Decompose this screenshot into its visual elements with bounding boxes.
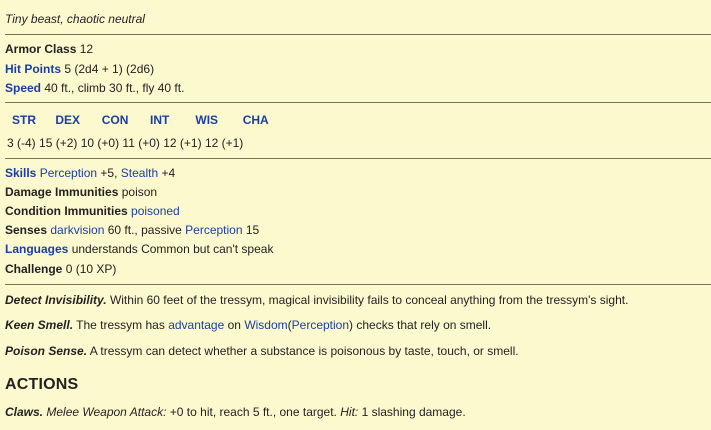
perception-link[interactable]: Perception	[292, 318, 349, 332]
languages-row: Languages understands Common but can't s…	[5, 242, 273, 256]
passive-perception-value: 15	[245, 223, 260, 237]
ability-header-con[interactable]: CON	[102, 113, 147, 127]
damage-immunities-row: Damage Immunities poison	[5, 185, 157, 199]
ability-header-int[interactable]: INT	[150, 113, 192, 127]
skill-stealth-value: +4	[161, 166, 176, 180]
skills-row: Skills Perception +5, Stealth +4	[5, 166, 175, 180]
ability-headers: STR DEX CON INT WIS CHA	[12, 113, 283, 127]
speed-row: Speed 40 ft., climb 30 ft., fly 40 ft.	[5, 81, 184, 95]
actions-heading: ACTIONS	[5, 376, 79, 393]
trait-name: Keen Smell.	[5, 318, 74, 332]
condition-immunities-label: Condition Immunities	[5, 204, 128, 218]
ability-value-cha: 12 (+1)	[204, 136, 244, 150]
senses-label: Senses	[5, 223, 48, 237]
ability-values: 3 (-4) 15 (+2) 10 (+0) 11 (+0) 12 (+1) 1…	[7, 136, 243, 150]
creature-type: Tiny beast, chaotic neutral	[5, 12, 145, 26]
challenge-value: 0 (10 XP)	[65, 262, 117, 276]
damage-immunities-label: Damage Immunities	[5, 185, 119, 199]
trait-name: Poison Sense.	[5, 344, 88, 358]
passive-perception-link[interactable]: Perception	[185, 223, 242, 237]
ability-value-con: 10 (+0)	[80, 136, 120, 150]
ability-value-str: 3 (-4)	[7, 136, 36, 150]
hit-points-value: 5 (2d4 + 1) (2d6)	[64, 62, 155, 76]
hit-points-link[interactable]: Hit Points	[5, 62, 61, 76]
ability-header-wis[interactable]: WIS	[195, 113, 239, 127]
divider	[5, 102, 711, 103]
condition-poisoned-link[interactable]: poisoned	[131, 204, 180, 218]
trait-text: A tressym can detect whether a substance…	[89, 344, 519, 358]
trait-text: The tressym has	[76, 318, 165, 332]
trait-keen-smell: Keen Smell. The tressym has advantage on…	[5, 318, 491, 332]
skill-perception-value: +5,	[100, 166, 118, 180]
condition-immunities-row: Condition Immunities poisoned	[5, 204, 180, 218]
wisdom-link[interactable]: Wisdom	[244, 318, 287, 332]
hit-label: Hit:	[340, 405, 359, 419]
ability-value-dex: 15 (+2)	[39, 136, 78, 150]
ability-header-dex[interactable]: DEX	[55, 113, 98, 127]
ability-value-wis: 12 (+1)	[163, 136, 202, 150]
hit-text: 1 slashing damage.	[361, 405, 466, 419]
skill-stealth-link[interactable]: Stealth	[121, 166, 158, 180]
action-name: Claws.	[5, 405, 44, 419]
armor-class-row: Armor Class 12	[5, 42, 93, 56]
ability-value-int: 11 (+0)	[122, 136, 160, 150]
divider	[5, 158, 711, 159]
trait-text: Within 60 feet of the tressym, magical i…	[109, 293, 629, 307]
advantage-link[interactable]: advantage	[168, 318, 224, 332]
trait-text: ) checks that rely on smell.	[349, 318, 492, 332]
armor-class-value: 12	[79, 42, 94, 56]
trait-name: Detect Invisibility.	[5, 293, 107, 307]
hit-points-row: Hit Points 5 (2d4 + 1) (2d6)	[5, 62, 154, 76]
trait-text: on	[227, 318, 241, 332]
divider	[5, 34, 711, 35]
challenge-label: Challenge	[5, 262, 63, 276]
skill-perception-link[interactable]: Perception	[40, 166, 97, 180]
damage-immunities-value: poison	[121, 185, 158, 199]
languages-value: understands Common but can't speak	[71, 242, 274, 256]
skills-link[interactable]: Skills	[5, 166, 36, 180]
action-claws: Claws. Melee Weapon Attack: +0 to hit, r…	[5, 405, 466, 419]
armor-class-label: Armor Class	[5, 42, 77, 56]
ability-header-str[interactable]: STR	[12, 113, 52, 127]
attack-text: +0 to hit, reach 5 ft., one target.	[169, 405, 337, 419]
divider	[5, 284, 711, 285]
speed-value: 40 ft., climb 30 ft., fly 40 ft.	[44, 81, 185, 95]
senses-row: Senses darkvision 60 ft., passive Percep…	[5, 223, 259, 237]
darkvision-link[interactable]: darkvision	[50, 223, 104, 237]
ability-header-cha[interactable]: CHA	[243, 113, 283, 127]
trait-detect-invisibility: Detect Invisibility. Within 60 feet of t…	[5, 293, 628, 307]
speed-link[interactable]: Speed	[5, 81, 41, 95]
languages-link[interactable]: Languages	[5, 242, 68, 256]
attack-type: Melee Weapon Attack:	[46, 405, 167, 419]
trait-poison-sense: Poison Sense. A tressym can detect wheth…	[5, 344, 519, 358]
challenge-row: Challenge 0 (10 XP)	[5, 262, 116, 276]
senses-mid-text: 60 ft., passive	[107, 223, 182, 237]
